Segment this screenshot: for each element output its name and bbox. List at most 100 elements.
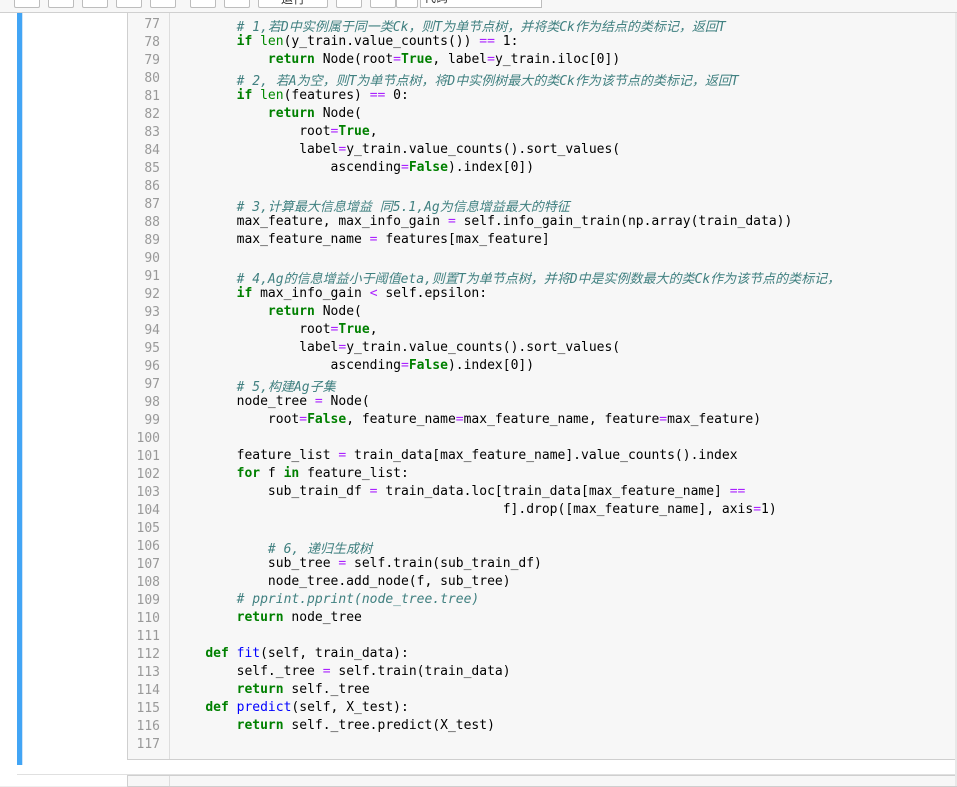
code-token: len [260, 88, 284, 103]
code-line[interactable]: return self._tree.predict(X_test) [174, 718, 495, 736]
code-token: return [267, 304, 315, 319]
stop-button[interactable] [336, 0, 362, 8]
code-token: ).index[0]) [447, 160, 535, 175]
code-token: y_train.value_counts().sort_values( [346, 340, 621, 355]
code-line[interactable]: max_feature, max_info_gain = self.info_g… [174, 214, 793, 232]
code-token: node_tree [174, 394, 315, 409]
code-line[interactable]: # 5,构建Ag子集 [174, 376, 336, 395]
code-token: in [283, 466, 300, 481]
code-line[interactable]: return Node( [174, 106, 362, 124]
code-line[interactable]: def fit(self, train_data): [174, 646, 409, 664]
code-cell-selected[interactable]: 77 # 1,若D中实例属于同一类Ck，则T为单节点树，并将类Ck作为结点的类标… [17, 13, 957, 765]
code-line[interactable]: sub_train_df = train_data.loc[train_data… [174, 484, 745, 502]
code-token: return [236, 718, 284, 733]
notebook-toolbar: 运行 代码 [0, 0, 957, 13]
line-number: 77 [144, 17, 160, 32]
line-number: 82 [144, 107, 160, 122]
code-line[interactable]: f].drop([max_feature_name], axis=1) [174, 502, 777, 520]
code-line[interactable]: node_tree = Node( [174, 394, 370, 412]
cell-type-select[interactable]: 代码 [420, 0, 542, 8]
move-up-button[interactable] [190, 0, 216, 8]
code-line[interactable]: # 4,Ag的信息增益小于阈值eta,则置T为单节点树，并将D中是实例数最大的类… [174, 268, 841, 287]
paste-button[interactable] [150, 0, 176, 8]
code-token: = [393, 52, 401, 67]
code-token: f].drop([max_feature_name], axis [174, 502, 754, 517]
line-number: 110 [136, 611, 160, 626]
code-token: f [260, 466, 284, 481]
restart-button[interactable] [370, 0, 396, 8]
code-line[interactable]: return Node(root=True, label=y_train.ilo… [174, 52, 620, 70]
code-line[interactable]: # 6, 递归生成树 [174, 538, 372, 557]
line-number: 116 [136, 719, 160, 734]
code-token: = [400, 358, 409, 373]
code-line[interactable]: label=y_train.value_counts().sort_values… [174, 340, 620, 358]
code-token: return [236, 682, 284, 697]
code-token: return [236, 610, 284, 625]
code-token: root [174, 322, 331, 337]
code-token: = [369, 484, 378, 499]
code-cell-next[interactable] [17, 774, 957, 787]
code-token: False [408, 160, 448, 175]
code-line[interactable]: # pprint.pprint(node_tree.tree) [174, 592, 480, 610]
code-token: < [369, 286, 378, 301]
code-line[interactable]: for f in feature_list: [174, 466, 409, 484]
code-token: sub_tree [174, 556, 339, 571]
code-token: , label [432, 52, 488, 67]
add-cell-button[interactable] [48, 0, 74, 8]
next-line-number-gutter [128, 776, 170, 786]
code-line[interactable]: # 1,若D中实例属于同一类Ck，则T为单节点树，并将类Ck作为结点的类标记，返… [174, 16, 726, 35]
line-number: 97 [144, 377, 160, 392]
next-code-editor[interactable] [127, 775, 957, 787]
code-token: feature_list: [299, 466, 409, 481]
code-line[interactable]: ascending=False).index[0]) [174, 358, 535, 376]
code-line[interactable]: self._tree = self.train(train_data) [174, 664, 511, 682]
line-number: 117 [136, 737, 160, 752]
code-line[interactable]: feature_list = train_data[max_feature_na… [174, 448, 738, 466]
code-line[interactable]: if max_info_gain < self.epsilon: [174, 286, 487, 304]
code-line[interactable]: max_feature_name = features[max_feature] [174, 232, 550, 250]
code-editor[interactable]: 77 # 1,若D中实例属于同一类Ck，则T为单节点树，并将类Ck作为结点的类标… [127, 13, 957, 760]
save-button[interactable] [14, 0, 40, 8]
line-number: 85 [144, 161, 160, 176]
code-line[interactable]: # 2, 若A为空，则T为单节点树，将D中实例树最大的类Ck作为该节点的类标记，… [174, 70, 739, 89]
code-token: Node(root [314, 52, 394, 67]
code-line[interactable]: root=True, [174, 124, 377, 142]
code-line[interactable]: root=False, feature_name=max_feature_nam… [174, 412, 761, 430]
cut-button[interactable] [82, 0, 108, 8]
code-token: (self, X_test): [291, 700, 409, 715]
code-line[interactable]: def predict(self, X_test): [174, 700, 409, 718]
code-line[interactable]: ascending=False).index[0]) [174, 160, 535, 178]
code-token: True [338, 322, 370, 337]
run-button[interactable]: 运行 [258, 0, 328, 8]
line-number: 95 [144, 341, 160, 356]
code-token: root [174, 412, 300, 427]
code-token: = [447, 214, 456, 229]
line-number: 100 [136, 431, 160, 446]
code-line[interactable]: label=y_train.value_counts().sort_values… [174, 142, 620, 160]
code-line[interactable]: root=True, [174, 322, 378, 340]
code-token: , feature_name [346, 412, 456, 427]
restart-run-button[interactable] [396, 0, 418, 8]
code-line[interactable]: if len(features) == 0: [174, 88, 409, 106]
code-token: , [369, 322, 378, 337]
code-token: self.epsilon: [377, 286, 488, 301]
code-line[interactable]: return node_tree [174, 610, 362, 628]
line-number: 107 [136, 557, 160, 572]
code-line[interactable]: if len(y_train.value_counts()) == 1: [174, 34, 519, 52]
code-line[interactable]: node_tree.add_node(f, sub_tree) [174, 574, 511, 592]
code-line[interactable]: # 3,计算最大信息增益 同5.1,Ag为信息增益最大的特征 [174, 196, 570, 215]
code-token: True [401, 52, 433, 67]
code-line[interactable]: return Node( [174, 304, 362, 322]
code-line[interactable]: return self._tree [174, 682, 370, 700]
code-token: y_train.value_counts().sort_values( [346, 142, 621, 157]
code-token: = [487, 52, 495, 67]
copy-button[interactable] [116, 0, 142, 8]
move-down-button[interactable] [224, 0, 250, 8]
code-line[interactable]: sub_tree = self.train(sub_train_df) [174, 556, 542, 574]
line-number: 108 [136, 575, 160, 590]
code-token: False [307, 412, 347, 427]
